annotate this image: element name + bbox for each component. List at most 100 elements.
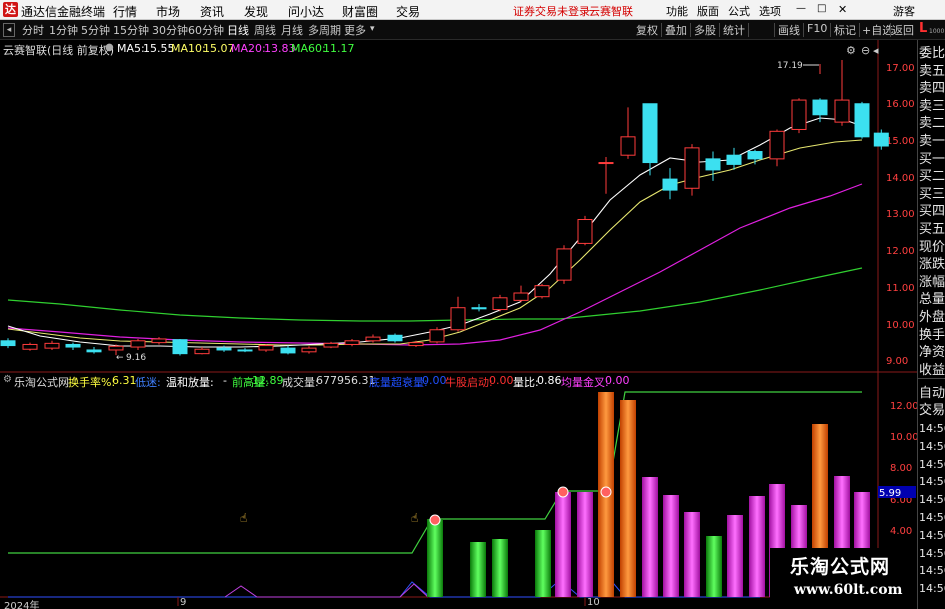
candle-up[interactable]	[108, 345, 124, 351]
right-panel-item[interactable]: 买一	[919, 151, 945, 168]
chart-settings-icon[interactable]: ●	[105, 42, 114, 53]
candle-down[interactable]	[471, 307, 487, 310]
candle-up[interactable]	[344, 340, 360, 345]
candle-down[interactable]	[86, 349, 102, 353]
candle-down[interactable]	[387, 334, 403, 342]
zoom-out-icon[interactable]: ⊖	[861, 44, 870, 57]
period-30min[interactable]: 30分钟	[152, 22, 188, 38]
btn-fuquan[interactable]: 复权	[636, 22, 658, 38]
btn-tongji[interactable]: 统计	[723, 22, 745, 38]
right-panel-item[interactable]: 买三	[919, 186, 945, 203]
right-panel-item[interactable]: 卖二	[919, 115, 945, 132]
candle-up[interactable]	[450, 307, 466, 331]
right-panel-item[interactable]: 买二	[919, 168, 945, 185]
indicator-name[interactable]: 乐淘公式网	[14, 374, 69, 390]
period-more[interactable]: 更多	[344, 22, 366, 38]
candle-down[interactable]	[0, 340, 16, 347]
right-panel-item[interactable]: 14:56	[919, 545, 945, 562]
candle-down[interactable]	[726, 154, 742, 165]
candle-up[interactable]	[834, 99, 850, 123]
candle-up[interactable]	[769, 130, 785, 160]
right-panel-item[interactable]: 14:56	[919, 527, 945, 544]
right-panel-item[interactable]: 总量	[919, 291, 945, 308]
right-panel-item[interactable]: 14:56	[919, 491, 945, 508]
candle-down[interactable]	[662, 178, 678, 191]
right-panel-item[interactable]: 净资	[919, 344, 945, 361]
candle-up[interactable]	[492, 297, 508, 311]
menu-faxian[interactable]: 发现	[244, 3, 268, 20]
settings-gear-icon[interactable]: ⚙	[846, 44, 856, 57]
candle-up[interactable]	[22, 343, 38, 350]
period-5min[interactable]: 5分钟	[81, 22, 110, 38]
indicator-settings-icon[interactable]: ⚙	[3, 374, 12, 385]
candle-up[interactable]	[44, 342, 60, 349]
right-panel-item[interactable]: 委比	[919, 45, 945, 62]
right-panel-item[interactable]: 交易	[919, 402, 945, 419]
candle-up[interactable]	[365, 336, 381, 342]
candle-down[interactable]	[237, 349, 253, 352]
login-status[interactable]: 证券交易未登录	[513, 3, 590, 19]
btn-biaoji[interactable]: 标记	[834, 22, 856, 38]
menu-gongshi[interactable]: 公式	[728, 3, 750, 19]
menu-gongneng[interactable]: 功能	[666, 3, 688, 19]
kline-chart[interactable]: 17.00 16.00 15.00 14.00 13.00 12.00 11.0…	[0, 40, 917, 609]
btn-diejia[interactable]: 叠加	[665, 22, 687, 38]
right-panel-item[interactable]: 14:56	[919, 456, 945, 473]
menu-jiaoyi[interactable]: 交易	[396, 3, 420, 20]
candle-up[interactable]	[534, 285, 550, 298]
candle-down[interactable]	[642, 103, 658, 164]
candle-up[interactable]	[577, 219, 593, 244]
menu-shichang[interactable]: 市场	[156, 3, 180, 20]
candle-up[interactable]	[194, 348, 210, 355]
candle-down[interactable]	[705, 158, 721, 171]
menu-banmian[interactable]: 版面	[697, 3, 719, 19]
right-panel-item[interactable]: 收益	[919, 362, 945, 379]
btn-add-favorite[interactable]: +自选	[862, 22, 893, 38]
candle-down[interactable]	[172, 339, 188, 355]
right-panel-item[interactable]: 买五	[919, 221, 945, 238]
candle-up[interactable]	[556, 248, 572, 281]
right-panel-item[interactable]: 卖三	[919, 98, 945, 115]
candle-down[interactable]	[812, 99, 828, 116]
right-panel-item[interactable]: 14:56	[919, 420, 945, 437]
minimize-icon[interactable]: —	[796, 3, 806, 14]
candle-up[interactable]	[408, 342, 424, 347]
btn-fanhui[interactable]: 返回	[892, 22, 914, 38]
close-icon[interactable]: ✕	[838, 3, 847, 16]
btn-duogu[interactable]: 多股	[694, 22, 716, 38]
menu-hangqing[interactable]: 行情	[113, 3, 137, 20]
right-panel-item[interactable]: 换手	[919, 327, 945, 344]
right-panel-item[interactable]: 14:56	[919, 473, 945, 490]
right-panel-item[interactable]: 卖一	[919, 133, 945, 150]
btn-f10[interactable]: F10	[807, 22, 827, 35]
period-60min[interactable]: 60分钟	[188, 22, 224, 38]
candle-up[interactable]	[620, 136, 636, 156]
btn-huaxian[interactable]: 画线	[778, 22, 800, 38]
nav-left-icon[interactable]: ◂	[3, 23, 15, 37]
btn-blank[interactable]	[752, 22, 756, 35]
candle-down[interactable]	[873, 132, 889, 147]
right-panel-item[interactable]: 卖四	[919, 80, 945, 97]
expand-icon[interactable]: ◂	[873, 44, 879, 57]
candle-up[interactable]	[301, 347, 317, 353]
right-panel-item[interactable]: 14:56	[919, 580, 945, 597]
candle-down[interactable]	[216, 347, 232, 351]
period-monthly[interactable]: 月线	[281, 22, 303, 38]
candle-up[interactable]	[323, 342, 339, 348]
candle-down[interactable]	[65, 343, 81, 348]
menu-xuanxiang[interactable]: 选项	[759, 3, 781, 19]
right-panel-item[interactable]: 涨幅	[919, 274, 945, 291]
period-1min[interactable]: 1分钟	[49, 22, 78, 38]
guest-label[interactable]: 游客	[893, 3, 915, 19]
candle-up[interactable]	[684, 147, 700, 189]
right-panel-item[interactable]: 14:56	[919, 438, 945, 455]
menu-zixun[interactable]: 资讯	[200, 3, 224, 20]
period-fenshi[interactable]: 分时	[22, 22, 44, 38]
candle-down[interactable]	[854, 103, 870, 138]
candle-up[interactable]	[598, 162, 614, 165]
right-panel-item[interactable]: 涨跌	[919, 256, 945, 273]
menu-wenxiaoda[interactable]: 问小达	[288, 3, 324, 20]
candle-up[interactable]	[151, 338, 167, 344]
candle-down[interactable]	[747, 151, 763, 160]
period-multi[interactable]: 多周期	[308, 22, 341, 38]
